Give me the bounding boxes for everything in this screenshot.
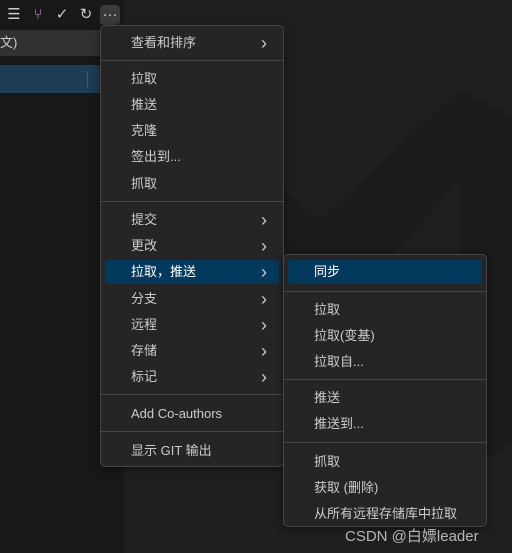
menu-item-label: 远程 (131, 317, 158, 332)
menu-item[interactable]: 拉取 (105, 67, 279, 91)
menu-item[interactable]: 获取 (删除) (288, 476, 482, 500)
menu-item-label: 标记 (131, 369, 158, 384)
menu-item-label: 拉取(变基) (314, 328, 375, 343)
menu-item[interactable]: 存储 › (105, 339, 279, 363)
chevron-right-icon: › (261, 210, 267, 230)
menu-item-label: 存储 (131, 343, 158, 358)
chevron-right-icon: › (261, 236, 267, 256)
menu-item-label: 推送到... (314, 416, 364, 431)
chevron-right-icon: › (261, 33, 267, 53)
menu-item[interactable]: 抓取 (288, 450, 482, 474)
menu-item[interactable]: 推送到... (288, 412, 482, 436)
menu-item-label: 拉取 (314, 302, 341, 317)
more-icon[interactable]: ··· (100, 5, 120, 25)
menu-item[interactable]: 查看和排序 › (105, 31, 279, 55)
menu-item-label: 抓取 (314, 454, 341, 469)
menu-item[interactable]: 拉取(变基) (288, 324, 482, 348)
menu-separator (101, 431, 283, 432)
menu-item[interactable]: Add Co-authors (105, 402, 279, 426)
menu-item[interactable]: 更改 › (105, 234, 279, 258)
menu-item-label: 签出到... (131, 149, 181, 164)
check-icon[interactable]: ✓ (52, 5, 72, 25)
menu-item-label: 拉取自... (314, 354, 364, 369)
menu-item[interactable]: 显示 GIT 输出 (105, 439, 279, 463)
menu-item[interactable]: 远程 › (105, 313, 279, 337)
menu-item[interactable]: 提交 › (105, 208, 279, 232)
menu-item[interactable]: 克隆 (105, 119, 279, 143)
menu-item[interactable]: 标记 › (105, 365, 279, 389)
menu-separator (284, 379, 486, 380)
menu-item[interactable]: 签出到... (105, 145, 279, 169)
refresh-icon[interactable]: ↻ (76, 5, 96, 25)
chevron-right-icon: › (261, 315, 267, 335)
menu-item[interactable]: 推送 (105, 93, 279, 117)
git-graph-icon[interactable]: ⑂ (28, 5, 48, 25)
menu-item[interactable]: 推送 (288, 386, 482, 410)
menu-item-label: 拉取 (131, 71, 158, 86)
menu-separator (284, 291, 486, 292)
more-actions-menu: 查看和排序 › 拉取 推送 克隆 签出到... 抓取 提交 › 更改 › 拉取，推送 › 分支 › 远程 › 存储… (100, 25, 284, 467)
menu-item-label: 拉取，推送 (131, 264, 197, 279)
chevron-right-icon: › (261, 341, 267, 361)
menu-item-label: 同步 (314, 264, 341, 279)
menu-item-label: 查看和排序 (131, 35, 197, 50)
chevron-right-icon: › (261, 367, 267, 387)
menu-separator (101, 201, 283, 202)
menu-item[interactable]: 拉取 (288, 298, 482, 322)
menu-separator (284, 442, 486, 443)
watermark: CSDN @白嫖leader (345, 528, 479, 545)
menu-item[interactable]: 拉取自... (288, 350, 482, 374)
menu-item-label: 提交 (131, 212, 158, 227)
chevron-right-icon: › (261, 289, 267, 309)
menu-item[interactable]: 抓取 (105, 172, 279, 196)
menu-item-label: 抓取 (131, 176, 158, 191)
menu-item-label: Add Co-authors (131, 406, 223, 421)
menu-item[interactable]: 同步 (288, 260, 482, 284)
pull-push-submenu: 同步拉取拉取(变基) 拉取自... 推送推送到... 抓取获取 (删除) 从所有远程存储… (283, 254, 487, 527)
menu-item[interactable]: 拉取，推送 › (105, 260, 279, 284)
menu-item-label: 克隆 (131, 123, 158, 138)
chevron-right-icon: › (261, 262, 267, 282)
menu-item-label: 获取 (删除) (314, 480, 379, 495)
menu-item-label: 分支 (131, 291, 158, 306)
menu-item-label: 推送 (131, 97, 158, 112)
menu-item[interactable]: 分支 › (105, 287, 279, 311)
menu-item-label: 推送 (314, 390, 341, 405)
button-divider (87, 71, 88, 87)
list-tree-icon[interactable]: ☰ (4, 5, 24, 25)
menu-separator (101, 394, 283, 395)
menu-item-label: 从所有远程存储库中拉取 (314, 506, 458, 521)
menu-separator (101, 60, 283, 61)
menu-item-label: 显示 GIT 输出 (131, 443, 212, 458)
menu-item[interactable]: 从所有远程存储库中拉取 (288, 502, 482, 526)
menu-item-label: 更改 (131, 238, 158, 253)
